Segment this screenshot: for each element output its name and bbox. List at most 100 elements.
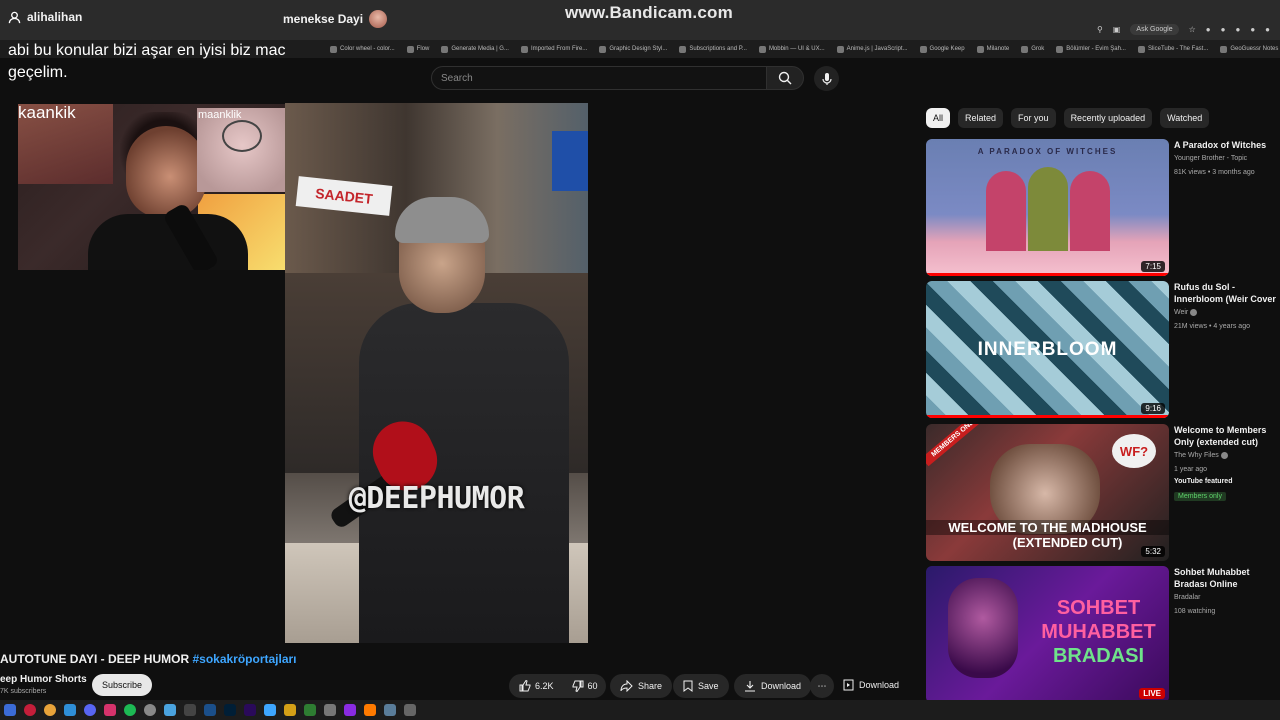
bookmark-item[interactable]: Grok	[1021, 45, 1044, 53]
bookmark-item[interactable]: Mobbin — UI & UX...	[758, 45, 825, 53]
recommendation-info: Rufus du Sol - Innerbloom (Weir Cover ft…	[1174, 281, 1280, 333]
like-button[interactable]: 6.2K	[519, 680, 554, 692]
bookmark-item[interactable]: GeoGuessr Notes	[1220, 45, 1278, 53]
recommendation-channel[interactable]: Younger Brother - Topic	[1174, 153, 1280, 165]
recommendation-title[interactable]: Welcome to Members Only (extended cut)	[1174, 424, 1280, 448]
chip-all[interactable]: All	[926, 108, 951, 128]
extension-icon-1[interactable]: ●	[1206, 25, 1211, 34]
extension-icon-3[interactable]: ●	[1235, 25, 1240, 34]
save-button[interactable]: Save	[673, 674, 729, 698]
bookmark-item[interactable]: Bölümler - Evim Şah...	[1056, 45, 1126, 53]
bookmark-item[interactable]: SliceTube - The Fast...	[1137, 45, 1208, 53]
more-actions-button[interactable]: ⋯	[810, 674, 834, 698]
start-icon[interactable]	[4, 704, 16, 716]
photoshop-icon[interactable]	[224, 704, 236, 716]
bookmark-item[interactable]: Subscriptions and P...	[679, 45, 747, 53]
app-icon[interactable]	[104, 704, 116, 716]
extension-icon-2[interactable]: ●	[1221, 25, 1226, 34]
bookmark-icon	[919, 45, 927, 53]
chip-for-you[interactable]: For you	[1011, 108, 1056, 128]
video-player[interactable]: SAADET @DEEPHUMOR	[285, 103, 588, 643]
opera-icon[interactable]	[24, 704, 36, 716]
search-button[interactable]	[766, 66, 804, 90]
recommendation-thumbnail[interactable]: INNERBLOOM 9:16	[926, 281, 1169, 418]
bookmark-icon	[679, 45, 687, 53]
recommendation-title[interactable]: A Paradox of Witches	[1174, 139, 1280, 151]
bookmark-icon	[520, 45, 528, 53]
search-icon	[778, 71, 792, 85]
channel-name[interactable]: eep Humor Shorts	[0, 674, 87, 685]
recommendation-item[interactable]: SOHBET MUHABBET BRADASI LIVE Sohbet Muha…	[926, 566, 1280, 704]
bookmark-item[interactable]: Imported From Fire...	[520, 45, 587, 53]
watch-progress-bar	[926, 273, 1169, 276]
recommendation-item[interactable]: MEMBERS ONLY WF? WELCOME TO THE MADHOUSE…	[926, 424, 1280, 562]
steam-icon[interactable]	[204, 704, 216, 716]
extension-icon-4[interactable]: ●	[1250, 25, 1255, 34]
thumbs-up-icon	[519, 680, 531, 692]
more-icon: ⋯	[817, 680, 827, 691]
recommendation-channel[interactable]: The Why Files	[1174, 452, 1219, 459]
download-button[interactable]: Download	[734, 674, 812, 698]
app-icon[interactable]	[304, 704, 316, 716]
bookmark-icon	[1220, 45, 1228, 53]
bookmark-item[interactable]: Graphic Design Styl...	[599, 45, 667, 53]
cast-icon[interactable]: ▣	[1113, 25, 1121, 34]
recommendation-title[interactable]: Rufus du Sol - Innerbloom (Weir Cover ft…	[1174, 281, 1280, 305]
streamer-avatar	[369, 10, 388, 28]
subscriber-count: 7K subscribers	[0, 688, 47, 695]
premiere-icon[interactable]	[244, 704, 256, 716]
bookmark-item[interactable]: Generate Media | G...	[441, 45, 509, 53]
app-icon[interactable]	[184, 704, 196, 716]
obs-icon[interactable]	[144, 704, 156, 716]
settings-icon[interactable]	[324, 704, 336, 716]
ask-google-button[interactable]: Ask Google	[1130, 24, 1179, 35]
subscribe-button[interactable]: Subscribe	[92, 674, 152, 696]
webcam-label: kaankik	[18, 103, 76, 122]
bookmark-item[interactable]: Anime.js | JavaScript...	[836, 45, 908, 53]
download-icon	[745, 681, 755, 692]
app-icon[interactable]	[164, 704, 176, 716]
verified-icon	[1220, 451, 1228, 459]
thumbnail-face	[948, 578, 1018, 678]
spotify-icon[interactable]	[124, 704, 136, 716]
app-icon[interactable]	[264, 704, 276, 716]
chrome-icon[interactable]	[44, 704, 56, 716]
app-icon[interactable]	[384, 704, 396, 716]
pip-label: maanklik	[198, 109, 242, 121]
extension-download-button[interactable]: Download	[843, 679, 899, 691]
discord-icon[interactable]	[84, 704, 96, 716]
recommendation-item[interactable]: INNERBLOOM 9:16 Rufus du Sol - Innerbloo…	[926, 281, 1280, 419]
bookmark-item[interactable]: Flow	[406, 45, 429, 53]
video-title: AUTOTUNE DAYI - DEEP HUMOR #sokakröporta…	[0, 652, 297, 666]
search-input[interactable]: Search	[431, 66, 767, 90]
zoom-icon[interactable]: ⚲	[1097, 25, 1103, 34]
bookmark-item[interactable]: Color wheel - color...	[330, 45, 395, 53]
app-icon[interactable]	[284, 704, 296, 716]
app-icon[interactable]	[404, 704, 416, 716]
share-button[interactable]: Share	[610, 674, 673, 698]
app-icon[interactable]	[344, 704, 356, 716]
recommendation-channel[interactable]: Weir	[1174, 309, 1188, 316]
recommendation-channel[interactable]: Bradalar	[1174, 592, 1280, 604]
app-icon[interactable]	[364, 704, 376, 716]
recommendation-thumbnail[interactable]: SOHBET MUHABBET BRADASI LIVE	[926, 566, 1169, 703]
thumbnail-wf-badge: WF?	[1112, 434, 1156, 468]
chip-recently-uploaded[interactable]: Recently uploaded	[1063, 108, 1153, 128]
recommendation-thumbnail[interactable]: MEMBERS ONLY WF? WELCOME TO THE MADHOUSE…	[926, 424, 1169, 561]
star-icon[interactable]: ☆	[1189, 25, 1196, 34]
search-placeholder: Search	[441, 72, 473, 84]
bookmark-item[interactable]: Milanote	[976, 45, 1009, 53]
browser-icon[interactable]	[64, 704, 76, 716]
voice-search-button[interactable]	[814, 66, 839, 91]
recommendation-item[interactable]: A PARADOX OF WITCHES 7:15 A Paradox of W…	[926, 139, 1280, 277]
chip-watched[interactable]: Watched	[1160, 108, 1210, 128]
streamer-left-name: alihalihan	[27, 10, 83, 24]
dislike-button[interactable]: 60	[572, 680, 598, 692]
thumbnail-text-block: SOHBET MUHABBET BRADASI	[1028, 596, 1169, 668]
recommendation-title[interactable]: Sohbet Muhabbet Bradası Online	[1174, 566, 1280, 590]
recommendation-thumbnail[interactable]: A PARADOX OF WITCHES 7:15	[926, 139, 1169, 276]
extension-icon-5[interactable]: ●	[1265, 25, 1270, 34]
bookmark-item[interactable]: Google Keep	[919, 45, 965, 53]
video-hashtag[interactable]: #sokakröportajları	[192, 652, 296, 666]
chip-related[interactable]: Related	[958, 108, 1004, 128]
